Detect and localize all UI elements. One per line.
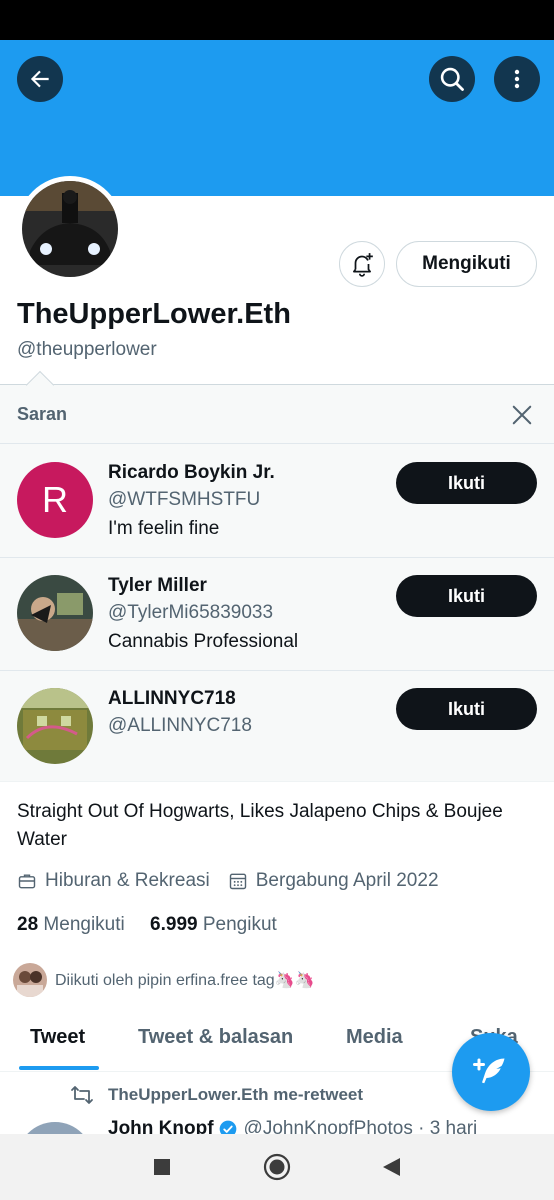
joined-item: Bergabung April 2022 bbox=[228, 870, 439, 892]
follow-button[interactable]: Ikuti bbox=[396, 688, 537, 730]
avatar bbox=[13, 963, 47, 997]
profile-meta: Hiburan & Rekreasi Bergabung April 2022 bbox=[17, 870, 457, 892]
follow-counts: 28 Mengikuti 6.999 Pengikut bbox=[17, 914, 297, 936]
suggestion-name[interactable]: Tyler Miller bbox=[108, 575, 207, 597]
close-icon bbox=[512, 405, 532, 425]
calendar-icon bbox=[229, 873, 246, 890]
category-label: Hiburan & Rekreasi bbox=[45, 870, 210, 891]
retweet-icon bbox=[71, 1086, 93, 1104]
follow-button[interactable]: Ikuti bbox=[396, 462, 537, 504]
profile-banner bbox=[0, 40, 554, 196]
back-button[interactable] bbox=[17, 56, 63, 102]
home-button[interactable] bbox=[262, 1152, 292, 1182]
following-count: 28 bbox=[17, 914, 39, 935]
compose-feather-icon bbox=[473, 1058, 505, 1084]
tab-media[interactable]: Media bbox=[346, 1026, 403, 1049]
suggestion-item[interactable]: ALLINNYC718 @ALLINNYC718 Ikuti bbox=[0, 670, 554, 782]
suggestion-item[interactable]: Tyler Miller @TylerMi65839033 Cannabis P… bbox=[0, 557, 554, 669]
notification-bell-button[interactable] bbox=[339, 241, 385, 287]
following-count-label: Mengikuti bbox=[43, 914, 125, 935]
more-options-button[interactable] bbox=[494, 56, 540, 102]
category-item: Hiburan & Rekreasi bbox=[17, 870, 210, 892]
suggestion-name[interactable]: ALLINNYC718 bbox=[108, 688, 236, 710]
recent-apps-button[interactable] bbox=[147, 1152, 177, 1182]
tab-tweet[interactable]: Tweet bbox=[30, 1026, 85, 1049]
suggestion-handle: @ALLINNYC718 bbox=[108, 715, 252, 736]
followed-by-text: Diikuti oleh pipin erfina.free tag🦄🦄 bbox=[55, 972, 315, 989]
joined-label: Bergabung April 2022 bbox=[255, 870, 439, 891]
avatar[interactable] bbox=[17, 688, 93, 764]
retweet-label: TheUpperLower.Eth me-retweet bbox=[108, 1085, 364, 1104]
back-arrow-icon bbox=[30, 70, 49, 88]
followers-count-link[interactable]: 6.999 Pengikut bbox=[150, 914, 277, 935]
suggestions-close-button[interactable] bbox=[507, 400, 537, 430]
home-icon bbox=[263, 1153, 291, 1181]
suggestion-handle: @WTFSMHSTFU bbox=[108, 489, 261, 510]
compose-tweet-button[interactable] bbox=[452, 1033, 530, 1111]
following-count-link[interactable]: 28 Mengikuti bbox=[17, 914, 125, 935]
search-icon bbox=[440, 67, 464, 91]
retweet-context[interactable]: TheUpperLower.Eth me-retweet bbox=[70, 1084, 363, 1106]
more-vertical-icon bbox=[514, 69, 520, 89]
suggestion-bio: Cannabis Professional bbox=[108, 631, 299, 652]
followers-count-label: Pengikut bbox=[202, 914, 277, 935]
bell-plus-icon bbox=[353, 253, 373, 277]
suggestion-bio: I'm feelin fine bbox=[108, 518, 220, 539]
suggestion-handle: @TylerMi65839033 bbox=[108, 602, 274, 623]
profile-display-name: TheUpperLower.Eth bbox=[17, 298, 291, 330]
avatar[interactable]: R bbox=[17, 462, 93, 538]
profile-bio: Straight Out Of Hogwarts, Likes Jalapeno… bbox=[17, 801, 503, 850]
following-button[interactable]: Mengikuti bbox=[396, 241, 537, 287]
profile-handle: @theupperlower bbox=[17, 339, 157, 360]
profile-avatar[interactable] bbox=[17, 176, 123, 282]
follow-button[interactable]: Ikuti bbox=[396, 575, 537, 617]
search-button[interactable] bbox=[429, 56, 475, 102]
suggestion-name[interactable]: Ricardo Boykin Jr. bbox=[108, 462, 275, 484]
system-nav-bar bbox=[0, 1134, 554, 1200]
followed-by-row[interactable]: Diikuti oleh pipin erfina.free tag🦄🦄 bbox=[13, 963, 315, 997]
active-tab-indicator bbox=[19, 1066, 99, 1070]
status-bar bbox=[0, 0, 554, 40]
recent-apps-icon bbox=[154, 1159, 170, 1175]
back-nav-button[interactable] bbox=[376, 1152, 406, 1182]
tab-tweet-replies[interactable]: Tweet & balasan bbox=[138, 1026, 293, 1049]
followers-count: 6.999 bbox=[150, 914, 198, 935]
briefcase-icon bbox=[18, 874, 36, 889]
svg-text:R: R bbox=[42, 479, 68, 520]
suggestions-title: Saran bbox=[17, 404, 68, 424]
avatar[interactable] bbox=[17, 575, 93, 651]
back-triangle-icon bbox=[383, 1158, 400, 1176]
suggestion-item[interactable]: R Ricardo Boykin Jr. @WTFSMHSTFU I'm fee… bbox=[0, 444, 554, 556]
